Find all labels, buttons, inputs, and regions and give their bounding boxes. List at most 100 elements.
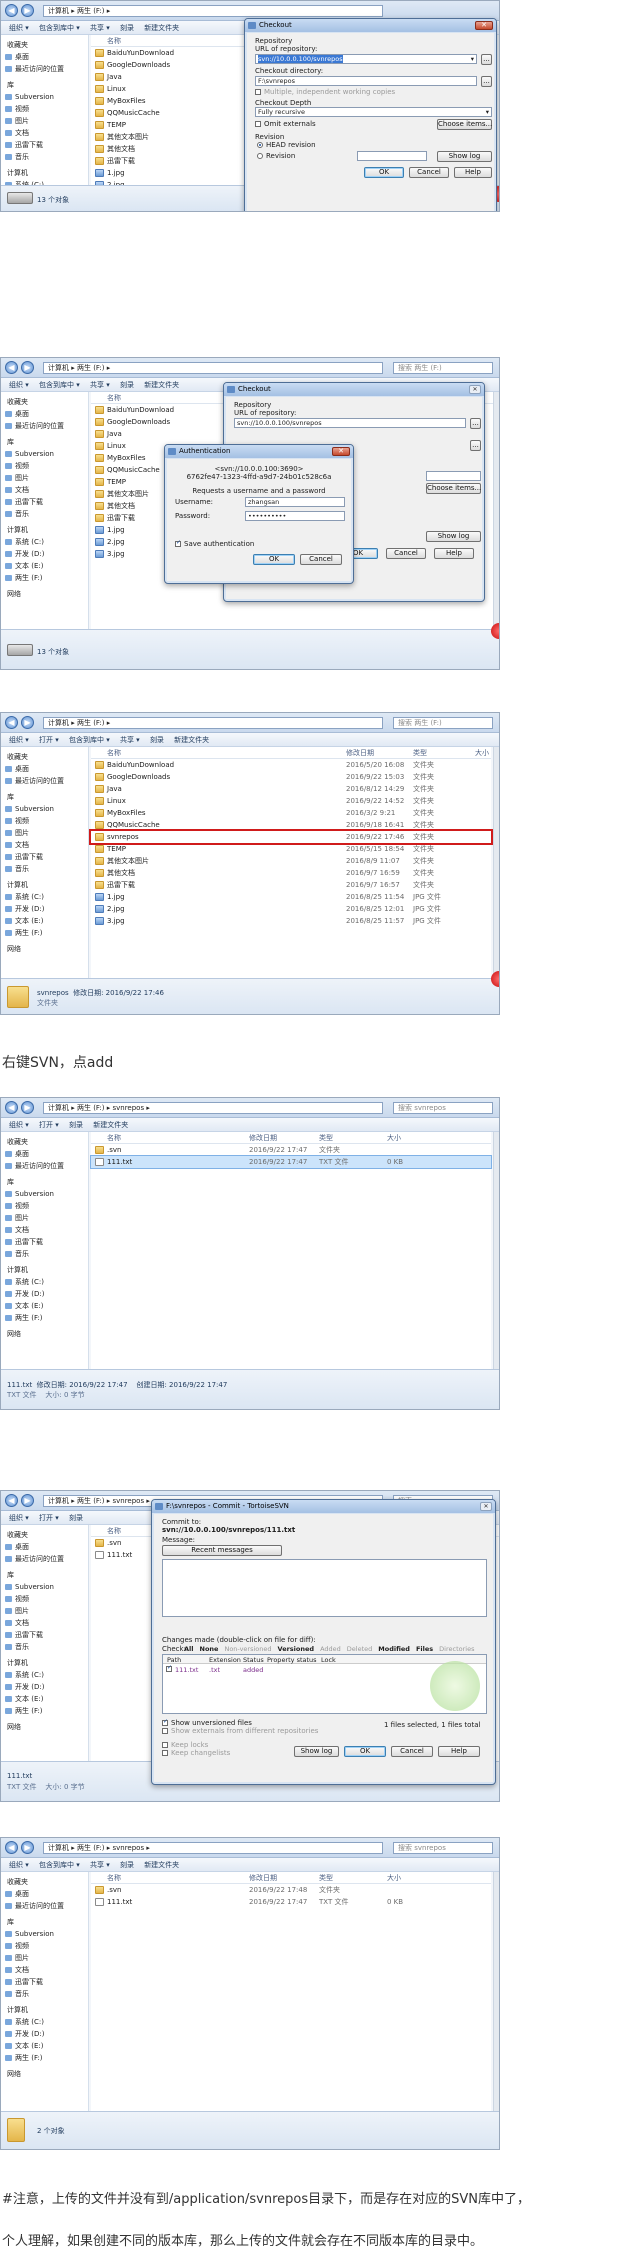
sidebar-item-pictures[interactable]: 图片 — [1, 827, 88, 839]
organize-button[interactable]: 组织 ▾ — [9, 1511, 29, 1525]
omit-externals-checkbox[interactable] — [255, 121, 261, 127]
search-input[interactable]: 搜索 两生 (F:) — [393, 717, 493, 729]
auth-cancel-button[interactable]: Cancel — [300, 554, 342, 565]
new-folder-button[interactable]: 新建文件夹 — [144, 378, 179, 392]
table-row[interactable]: 其他文本图片 2016/8/9 11:07 文件夹 — [91, 855, 491, 867]
help-button[interactable]: Help — [438, 1746, 480, 1757]
table-row[interactable]: 其他文档 2016/9/7 16:59 文件夹 — [91, 867, 491, 879]
scrollbar[interactable] — [493, 392, 499, 629]
forward-icon[interactable]: ▶ — [21, 361, 34, 374]
sidebar-item-libs[interactable]: 库 — [1, 1176, 88, 1188]
sidebar-item-thunder[interactable]: 迅雷下载 — [1, 496, 88, 508]
sidebar-item-computer[interactable]: 计算机 — [1, 2004, 88, 2016]
sidebar-item-docs[interactable]: 文档 — [1, 1617, 88, 1629]
table-row[interactable]: 迅雷下载 2016/9/7 16:57 文件夹 — [91, 879, 491, 891]
sidebar-item-computer[interactable]: 计算机 — [1, 1657, 88, 1669]
sidebar-item-libs[interactable]: 库 — [1, 1569, 88, 1581]
table-row[interactable]: MyBoxFiles 2016/3/2 9:21 文件夹 — [91, 807, 491, 819]
scrollbar[interactable] — [493, 1872, 499, 2111]
sidebar-item-subversion[interactable]: Subversion — [1, 1188, 88, 1200]
col-date[interactable]: 修改日期 — [249, 1872, 277, 1884]
back-icon[interactable]: ◀ — [5, 1841, 18, 1854]
filter-all[interactable]: All — [184, 1645, 194, 1653]
sidebar-item-desktop[interactable]: 桌面 — [1, 408, 88, 420]
breadcrumb[interactable]: 计算机 ▸ 两生 (F:) ▸ — [43, 5, 383, 17]
dir-input[interactable]: F:\svnrepos — [255, 76, 477, 86]
sidebar-item-recent[interactable]: 最近访问的位置 — [1, 420, 88, 432]
sidebar-item-docs[interactable]: 文档 — [1, 1224, 88, 1236]
breadcrumb[interactable]: 计算机 ▸ 两生 (F:) ▸ — [43, 362, 383, 374]
sidebar-item-texte[interactable]: 文本 (E:) — [1, 2040, 88, 2052]
url-input[interactable]: svn://10.0.0.100/svnrepos ▾ — [255, 54, 477, 64]
sidebar-item-video[interactable]: 视频 — [1, 103, 88, 115]
search-input[interactable]: 搜索 svnrepos — [393, 1102, 493, 1114]
col-type[interactable]: 类型 — [413, 747, 427, 759]
table-row[interactable]: 111.txt 2016/9/22 17:47 TXT 文件 0 KB — [91, 1896, 491, 1908]
forward-icon[interactable]: ▶ — [21, 4, 34, 17]
sidebar-item-desktop[interactable]: 桌面 — [1, 763, 88, 775]
sidebar-item-docs[interactable]: 文档 — [1, 127, 88, 139]
sidebar-item-devd[interactable]: 开发 (D:) — [1, 1288, 88, 1300]
col-name[interactable]: 名称 — [107, 1132, 121, 1144]
col-extension[interactable]: Extension — [209, 1656, 241, 1664]
sidebar-item-music[interactable]: 音乐 — [1, 863, 88, 875]
sidebar-item-network[interactable]: 网络 — [1, 588, 88, 600]
new-folder-button[interactable]: 新建文件夹 — [144, 1858, 179, 1872]
table-row[interactable]: 3.jpg 2016/8/25 11:57 JPG 文件 — [91, 915, 491, 927]
sidebar-item-devd[interactable]: 开发 (D:) — [1, 548, 88, 560]
col-size[interactable]: 大小 — [387, 1132, 401, 1144]
new-folder-button[interactable]: 新建文件夹 — [93, 1118, 128, 1132]
table-row[interactable]: svnrepos 2016/9/22 17:46 文件夹 — [89, 829, 493, 845]
table-row[interactable]: .svn 2016/9/22 17:47 文件夹 — [91, 1144, 491, 1156]
include-button[interactable]: 包含到库中 ▾ — [39, 1858, 80, 1872]
sidebar-item-network[interactable]: 网络 — [1, 943, 88, 955]
col-name[interactable]: 名称 — [107, 392, 121, 404]
sidebar-item-subversion[interactable]: Subversion — [1, 91, 88, 103]
show-log-button[interactable]: Show log — [437, 151, 492, 162]
password-input[interactable]: •••••••••• — [245, 511, 345, 521]
sidebar-item-thunder[interactable]: 迅雷下载 — [1, 1976, 88, 1988]
show-log-button[interactable]: Show log — [294, 1746, 339, 1757]
table-row[interactable]: QQMusicCache 2016/9/18 16:41 文件夹 — [91, 819, 491, 831]
col-date[interactable]: 修改日期 — [346, 747, 374, 759]
sidebar-item-thunder[interactable]: 迅雷下载 — [1, 1236, 88, 1248]
new-folder-button[interactable]: 新建文件夹 — [174, 733, 209, 747]
browse-url-button[interactable]: ... — [481, 54, 492, 65]
back-icon[interactable]: ◀ — [5, 716, 18, 729]
cancel-button[interactable]: Cancel — [409, 167, 449, 178]
choose-items-button[interactable]: Choose items... — [426, 483, 481, 494]
burn-button[interactable]: 刻录 — [69, 1118, 83, 1132]
sidebar-item-texte[interactable]: 文本 (E:) — [1, 1300, 88, 1312]
sidebar-item-pictures[interactable]: 图片 — [1, 1212, 88, 1224]
filter-none[interactable]: None — [200, 1645, 219, 1653]
sidebar-item-twof[interactable]: 两生 (F:) — [1, 1705, 88, 1717]
organize-button[interactable]: 组织 ▾ — [9, 378, 29, 392]
sidebar-item-recent[interactable]: 最近访问的位置 — [1, 1900, 88, 1912]
col-size[interactable]: 大小 — [387, 1872, 401, 1884]
share-button[interactable]: 共享 ▾ — [90, 378, 110, 392]
sidebar-item-libs[interactable]: 库 — [1, 1916, 88, 1928]
sidebar-item-music[interactable]: 音乐 — [1, 1641, 88, 1653]
include-button[interactable]: 包含到库中 ▾ — [69, 733, 110, 747]
search-input[interactable]: 搜索 两生 (F:) — [393, 362, 493, 374]
col-date[interactable]: 修改日期 — [249, 1132, 277, 1144]
ok-button[interactable]: OK — [364, 167, 404, 178]
sidebar-item-sysc[interactable]: 系统 (C:) — [1, 891, 88, 903]
scrollbar[interactable] — [493, 747, 499, 982]
sidebar-item-desktop[interactable]: 桌面 — [1, 1148, 88, 1160]
sidebar-item-sysc[interactable]: 系统 (C:) — [1, 1276, 88, 1288]
table-row[interactable]: Java 2016/8/12 14:29 文件夹 — [91, 783, 491, 795]
chevron-down-icon[interactable]: ▾ — [471, 55, 474, 63]
forward-icon[interactable]: ▶ — [21, 716, 34, 729]
breadcrumb[interactable]: 计算机 ▸ 两生 (F:) ▸ — [43, 717, 383, 729]
sidebar-item-network[interactable]: 网络 — [1, 1328, 88, 1340]
col-type[interactable]: 类型 — [319, 1132, 333, 1144]
username-input[interactable]: zhangsan — [245, 497, 345, 507]
sidebar-item-twof[interactable]: 两生 (F:) — [1, 572, 88, 584]
sidebar-item-fav[interactable]: 收藏夹 — [1, 39, 88, 51]
col-name[interactable]: 名称 — [107, 35, 121, 47]
filter-added[interactable]: Added — [320, 1645, 341, 1653]
keep-changelists-checkbox[interactable] — [162, 1750, 168, 1756]
revision-radio[interactable] — [257, 153, 263, 159]
sidebar-item-video[interactable]: 视频 — [1, 460, 88, 472]
